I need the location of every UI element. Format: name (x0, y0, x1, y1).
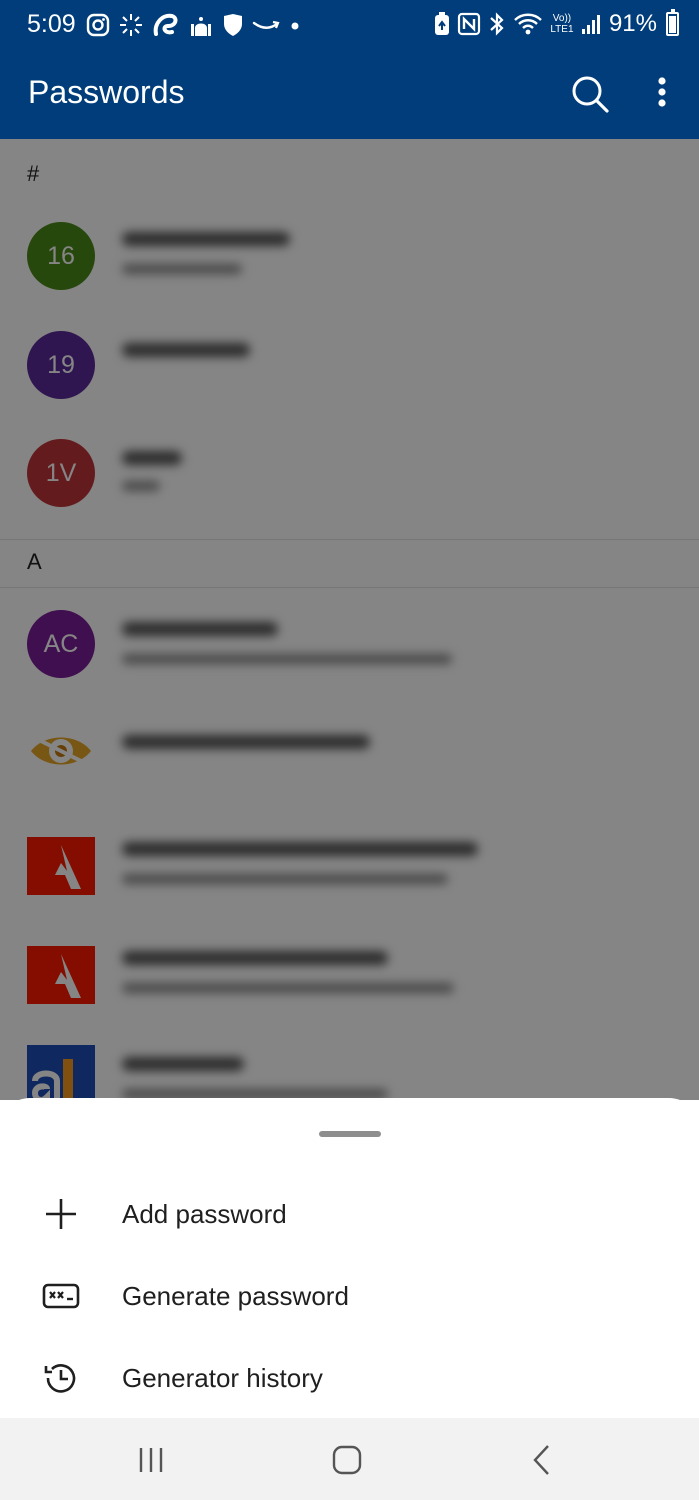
mosque-icon (191, 17, 211, 36)
back-icon (533, 1445, 549, 1475)
more-options-button[interactable] (640, 72, 684, 116)
home-button[interactable] (325, 1440, 369, 1480)
signal-icon (581, 15, 600, 34)
sparkle-icon (120, 14, 142, 36)
notification-icons (86, 12, 302, 38)
generate-password-label: Generate password (122, 1281, 349, 1311)
search-icon (572, 76, 609, 113)
shield-icon (224, 14, 242, 36)
system-icons: Vo)) LTE1 91% (433, 9, 679, 38)
amazon-icon (252, 20, 280, 29)
battery-percent: 91% (608, 10, 657, 37)
app-bar: Passwords (0, 52, 699, 139)
system-nav-bar (0, 1418, 699, 1500)
history-icon (44, 1364, 76, 1393)
add-password-item[interactable]: Add password (0, 1173, 699, 1255)
recents-button[interactable] (129, 1440, 173, 1480)
more-vert-icon (658, 77, 666, 107)
status-time: 5:09 (27, 10, 76, 38)
wifi-icon (514, 13, 542, 35)
plus-icon (46, 1199, 76, 1229)
recents-icon (139, 1448, 163, 1472)
bluetooth-icon (490, 12, 504, 36)
nfc-icon (457, 12, 481, 36)
add-password-label: Add password (122, 1199, 287, 1229)
volte-indicator: Vo)) LTE1 (550, 13, 574, 35)
generate-password-item[interactable]: Generate password (0, 1255, 699, 1337)
generator-history-label: Generator history (122, 1363, 323, 1393)
modal-scrim[interactable] (0, 139, 699, 1100)
dot-icon (291, 22, 299, 30)
generator-history-item[interactable]: Generator history (0, 1337, 699, 1419)
bottom-sheet: Add password Generate password Generator… (0, 1098, 699, 1418)
page-title: Passwords (28, 74, 185, 110)
back-button[interactable] (520, 1440, 564, 1480)
battery-icon (666, 9, 679, 36)
airtel-icon (153, 13, 178, 36)
home-icon (332, 1445, 362, 1475)
status-bar: 5:09 Vo)) LTE1 91% (0, 0, 699, 52)
password-key-icon (42, 1283, 80, 1309)
battery-fill (669, 15, 676, 33)
instagram-icon (86, 13, 110, 37)
search-button[interactable] (568, 72, 612, 116)
drag-handle[interactable] (319, 1131, 381, 1137)
battery-saver-icon (434, 12, 449, 35)
